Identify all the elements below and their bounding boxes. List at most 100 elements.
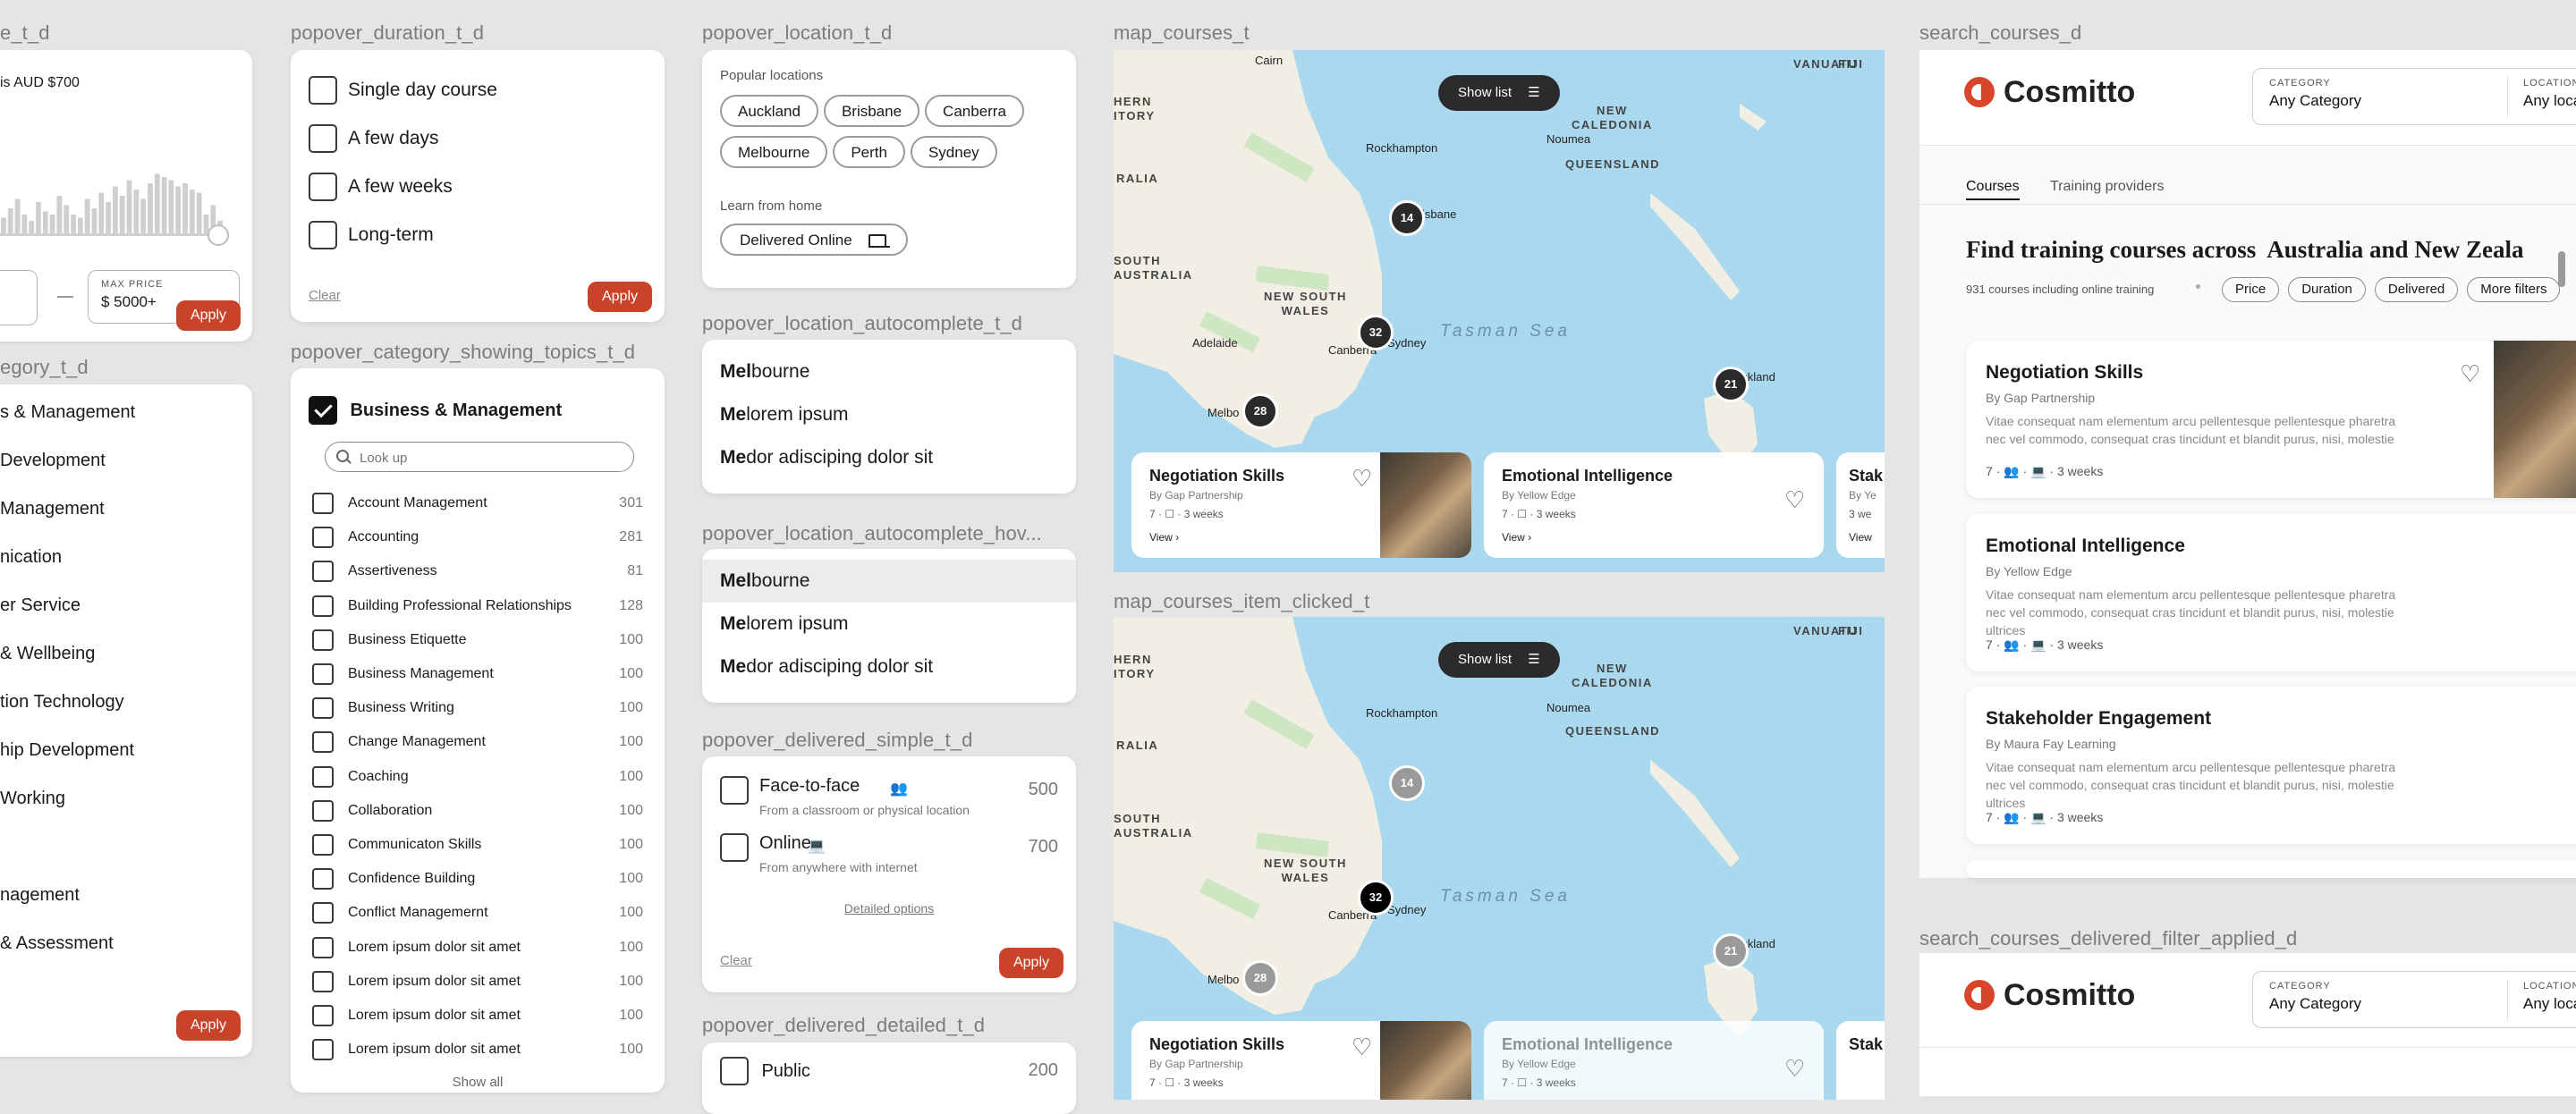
show-all-link[interactable]: Show all — [291, 1075, 665, 1090]
duration-option[interactable]: Long-term — [309, 220, 648, 250]
autocomplete-item[interactable]: Melorem ipsum — [702, 393, 1076, 436]
heart-icon[interactable]: ♡ — [1784, 488, 1805, 511]
duration-apply-button[interactable]: Apply — [588, 282, 652, 312]
public-option[interactable]: Public — [720, 1057, 810, 1085]
topic-row[interactable]: Lorem ipsum dolor sit amet 100 — [291, 965, 665, 999]
public-checkbox[interactable] — [720, 1057, 749, 1085]
autocomplete-item[interactable]: Medor adisciping dolor sit — [702, 436, 1076, 479]
parent-category-row[interactable]: Business & Management — [309, 395, 562, 426]
course-title[interactable]: Stakeholder Engagement — [1986, 708, 2211, 730]
topic-checkbox[interactable] — [312, 765, 334, 788]
category-item[interactable]: nagement — [0, 878, 250, 912]
category-item[interactable]: er Service — [0, 588, 250, 622]
topic-row[interactable]: Building Professional Relationships 128 — [291, 589, 665, 623]
duration-option[interactable]: A few weeks — [309, 172, 648, 202]
map-course-card[interactable]: Emotional Intelligence By Yellow Edge 7 … — [1484, 1021, 1824, 1100]
category-item[interactable]: hip Development — [0, 733, 250, 767]
map-cluster-marker[interactable]: 14 — [1389, 765, 1425, 801]
map-cluster-marker[interactable]: 28 — [1242, 960, 1278, 996]
course-card[interactable]: Stakeholder Engagement By Maura Fay Learn… — [1966, 687, 2576, 844]
topic-checkbox[interactable] — [312, 663, 334, 685]
heart-icon[interactable]: ♡ — [2460, 362, 2480, 385]
topic-checkbox[interactable] — [312, 731, 334, 754]
map-cluster-marker[interactable]: 14 — [1389, 200, 1425, 236]
location-field[interactable]: LOCATION Any loca — [2523, 78, 2576, 110]
location-field[interactable]: LOCATION Any loca — [2523, 981, 2576, 1013]
category-apply-button[interactable]: Apply — [176, 1010, 241, 1041]
price-slider-max-handle[interactable] — [208, 224, 229, 246]
tab-courses[interactable]: Courses — [1966, 179, 2020, 200]
topic-search-input[interactable] — [358, 446, 621, 469]
autocomplete-item[interactable]: Medor adisciping dolor sit — [702, 646, 1076, 688]
category-item[interactable]: s & Management — [0, 395, 250, 429]
category-item[interactable] — [0, 830, 250, 864]
topic-row[interactable]: Coaching 100 — [291, 760, 665, 794]
parent-category-checkbox[interactable] — [309, 396, 337, 425]
heart-icon[interactable]: ♡ — [1352, 1035, 1372, 1059]
course-card[interactable] — [1966, 860, 2576, 878]
heart-icon[interactable]: ♡ — [1352, 467, 1372, 490]
topic-row[interactable]: Accounting 281 — [291, 520, 665, 554]
scrollbar-thumb[interactable] — [2558, 251, 2565, 287]
category-item[interactable]: tion Technology — [0, 685, 250, 719]
topic-checkbox[interactable] — [312, 595, 334, 617]
course-card[interactable]: Negotiation Skills By Gap Partnership Vita… — [1966, 341, 2576, 498]
topic-row[interactable]: Collaboration 100 — [291, 794, 665, 828]
topic-row[interactable]: Conflict Managemernt 100 — [291, 896, 665, 930]
topic-row[interactable]: Lorem ipsum dolor sit amet 100 — [291, 999, 665, 1033]
delivered-option[interactable]: Face-to-face 👥 From a classroom or physica… — [720, 769, 1058, 823]
delivered-clear-link[interactable]: Clear — [720, 953, 752, 968]
duration-clear-link[interactable]: Clear — [309, 288, 341, 303]
show-list-button[interactable]: Show list ☰ — [1438, 75, 1560, 111]
course-title[interactable]: Emotional Intelligence — [1986, 536, 2185, 557]
map-course-card[interactable]: Stak — [1836, 1021, 1885, 1100]
category-item[interactable]: Management — [0, 492, 250, 526]
topic-checkbox[interactable] — [312, 970, 334, 992]
map-course-card[interactable]: Negotiation Skills By Gap Partnership 7 … — [1131, 452, 1471, 558]
category-field[interactable]: CATEGORY Any Category — [2269, 981, 2361, 1013]
topic-checkbox[interactable] — [312, 697, 334, 720]
topic-row[interactable]: Business Management 100 — [291, 657, 665, 691]
topic-row[interactable]: Lorem ipsum dolor sit amet 100 — [291, 1033, 665, 1067]
topic-checkbox[interactable] — [312, 1005, 334, 1026]
map-course-card[interactable]: Stak By Ye 3 we View — [1836, 452, 1885, 558]
category-item[interactable]: Working — [0, 781, 250, 815]
category-item[interactable]: Development — [0, 443, 250, 477]
duration-checkbox[interactable] — [309, 76, 337, 105]
duration-checkbox[interactable] — [309, 124, 337, 153]
map-course-card[interactable]: Negotiation Skills By Gap Partnership 7 … — [1131, 1021, 1471, 1100]
map-cluster-marker[interactable]: 28 — [1242, 393, 1278, 429]
price-apply-button[interactable]: Apply — [176, 300, 241, 331]
duration-option[interactable]: Single day course — [309, 75, 648, 105]
delivered-checkbox[interactable] — [720, 833, 749, 862]
topic-checkbox[interactable] — [312, 799, 334, 822]
topic-checkbox[interactable] — [312, 629, 334, 651]
city-chip[interactable]: Perth — [833, 136, 905, 168]
topic-checkbox[interactable] — [312, 834, 334, 856]
topic-row[interactable]: Account Management 301 — [291, 486, 665, 520]
category-field[interactable]: CATEGORY Any Category — [2269, 78, 2361, 110]
topic-checkbox[interactable] — [312, 1039, 334, 1061]
topic-row[interactable]: Change Management 100 — [291, 725, 665, 759]
topic-checkbox[interactable] — [312, 902, 334, 924]
city-chip[interactable]: Brisbane — [823, 95, 920, 127]
search-bar[interactable]: CATEGORY Any Category LOCATION Any loca — [2252, 68, 2576, 125]
city-chip[interactable]: Auckland — [720, 95, 818, 127]
map-view[interactable]: VANUATU FIJI QUEENSLAND RALIA HERN ITORY… — [1114, 50, 1885, 572]
filter-pill[interactable]: Duration — [2288, 277, 2366, 302]
map-cluster-marker-selected[interactable]: 32 — [1358, 880, 1394, 916]
map-card-view-link[interactable]: View › — [1149, 531, 1179, 544]
duration-option[interactable]: A few days — [309, 123, 648, 154]
topic-row[interactable]: Business Etiquette 100 — [291, 623, 665, 657]
show-list-button[interactable]: Show list ☰ — [1438, 642, 1560, 678]
autocomplete-item[interactable]: Melbourne — [702, 560, 1076, 603]
duration-checkbox[interactable] — [309, 173, 337, 201]
topic-checkbox[interactable] — [312, 493, 334, 514]
topic-search-box[interactable] — [325, 442, 634, 472]
delivered-checkbox[interactable] — [720, 776, 749, 805]
map-cluster-marker[interactable]: 32 — [1358, 315, 1394, 350]
map-card-view-link[interactable]: View — [1849, 531, 1872, 544]
autocomplete-item[interactable]: Melbourne — [702, 350, 1076, 393]
city-chip[interactable]: Sydney — [910, 136, 997, 168]
filter-pill[interactable]: More filters — [2467, 277, 2561, 302]
